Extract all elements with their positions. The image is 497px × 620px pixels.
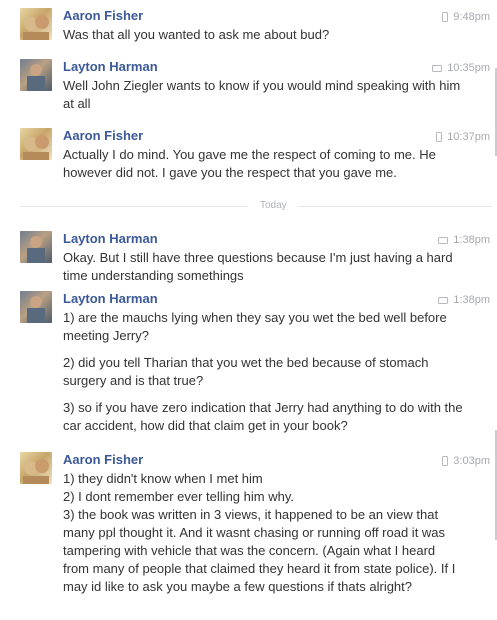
message-text: Was that all you wanted to ask me about …	[63, 26, 463, 44]
message-line: 1) are the mauchs lying when they say yo…	[63, 310, 447, 343]
time-label: 1:38pm	[453, 294, 490, 306]
timestamp: 10:37pm	[436, 130, 490, 144]
message-line: 2) I dont remember ever telling him why.	[63, 489, 294, 504]
date-divider: Today	[20, 200, 492, 211]
avatar-layton-harman[interactable]	[20, 231, 52, 263]
divider-line	[298, 206, 492, 207]
sender-name[interactable]: Layton Harman	[63, 59, 158, 75]
sender-name[interactable]: Layton Harman	[63, 291, 158, 307]
chat-icon	[432, 65, 443, 72]
avatar-layton-harman[interactable]	[20, 291, 52, 323]
time-label: 10:35pm	[447, 62, 490, 74]
timestamp: 1:38pm	[438, 293, 490, 307]
time-label: 1:38pm	[453, 234, 490, 246]
chat-icon	[438, 237, 449, 244]
message-line: Well John Ziegler wants to know if you w…	[63, 78, 461, 111]
mobile-icon	[442, 12, 449, 22]
time-label: 10:37pm	[447, 131, 490, 143]
divider-label: Today	[260, 200, 287, 211]
mobile-icon	[442, 456, 449, 466]
sender-name[interactable]: Aaron Fisher	[63, 452, 143, 468]
timestamp: 1:38pm	[438, 233, 490, 247]
sender-name[interactable]: Aaron Fisher	[63, 128, 143, 144]
chat-icon	[438, 297, 449, 304]
message-text: Okay. But I still have three questions b…	[63, 249, 463, 285]
message-text: 1) are the mauchs lying when they say yo…	[63, 309, 463, 435]
timestamp: 9:48pm	[442, 10, 490, 24]
divider-line	[20, 206, 248, 207]
message-line: 3) the book was written in 3 views, it h…	[63, 507, 456, 594]
message-line: 1) they didn't know when I met him	[63, 471, 263, 486]
sender-name[interactable]: Aaron Fisher	[63, 8, 143, 24]
message-text: Well John Ziegler wants to know if you w…	[63, 77, 463, 113]
message-line: Actually I do mind. You gave me the resp…	[63, 147, 436, 180]
avatar-layton-harman[interactable]	[20, 59, 52, 91]
avatar-aaron-fisher[interactable]	[20, 452, 52, 484]
message-text: 1) they didn't know when I met him 2) I …	[63, 470, 463, 596]
message-line: Okay. But I still have three questions b…	[63, 250, 453, 283]
message-line: Was that all you wanted to ask me about …	[63, 27, 330, 42]
mobile-icon	[436, 132, 443, 142]
message-line: 3) so if you have zero indication that J…	[63, 400, 463, 433]
avatar-aaron-fisher[interactable]	[20, 128, 52, 160]
timestamp: 3:03pm	[442, 454, 490, 468]
time-label: 3:03pm	[453, 455, 490, 467]
message-line: 2) did you tell Tharian that you wet the…	[63, 355, 429, 388]
message-text: Actually I do mind. You gave me the resp…	[63, 146, 463, 182]
sender-name[interactable]: Layton Harman	[63, 231, 158, 247]
time-label: 9:48pm	[453, 11, 490, 23]
avatar-aaron-fisher[interactable]	[20, 8, 52, 40]
timestamp: 10:35pm	[432, 61, 490, 75]
